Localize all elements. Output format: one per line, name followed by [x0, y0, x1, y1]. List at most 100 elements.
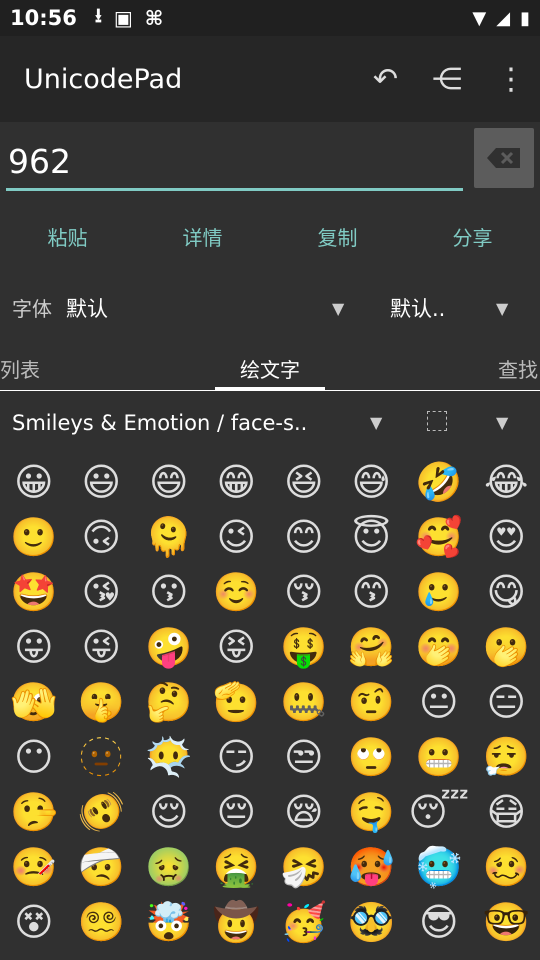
emoji-cell[interactable]: 🥲 [405, 564, 473, 619]
emoji-cell[interactable]: 🤤 [338, 784, 406, 839]
emoji-cell[interactable]: 😃 [68, 454, 136, 509]
emoji-cell[interactable]: 🙄 [338, 729, 406, 784]
download-icon: ⭳ [94, 3, 102, 27]
emoji-cell[interactable]: 😘 [68, 564, 136, 619]
emoji-cell[interactable]: 🤑 [270, 619, 338, 674]
emoji-cell[interactable]: 😗 [135, 564, 203, 619]
emoji-cell[interactable]: 🥳 [270, 894, 338, 949]
share-button[interactable]: 分享 [405, 210, 540, 266]
emoji-cell[interactable]: 😔 [203, 784, 271, 839]
emoji-cell[interactable]: 😆 [270, 454, 338, 509]
emoji-cell[interactable]: 😴 [405, 784, 473, 839]
tab-emoji[interactable]: 绘文字 [215, 350, 325, 390]
dropdown-arrow-icon[interactable]: ▼ [496, 282, 508, 336]
emoji-cell[interactable]: 😂 [473, 454, 540, 509]
font-variant-select[interactable]: 默认.. [390, 282, 445, 336]
emoji-cell[interactable]: 😇 [338, 509, 406, 564]
emoji-cell[interactable]: 😵‍💫 [68, 894, 136, 949]
input-row: 962 [0, 122, 540, 202]
app-title: UnicodePad [24, 63, 183, 95]
emoji-cell[interactable]: 🤓 [473, 894, 540, 949]
emoji-cell[interactable]: 🫣 [0, 674, 68, 729]
emoji-cell[interactable]: 😶‍🌫️ [135, 729, 203, 784]
emoji-cell[interactable]: 🤥 [0, 784, 68, 839]
emoji-cell[interactable]: 🤣 [405, 454, 473, 509]
emoji-cell[interactable]: 🫢 [473, 619, 540, 674]
emoji-cell[interactable]: 😉 [203, 509, 271, 564]
emoji-cell[interactable]: 🙃 [68, 509, 136, 564]
dropdown-arrow-icon[interactable]: ▼ [496, 398, 508, 448]
emoji-cell[interactable]: 😍 [473, 509, 540, 564]
emoji-cell[interactable]: 🤭 [405, 619, 473, 674]
emoji-cell[interactable]: ☺️ [203, 564, 271, 619]
emoji-cell[interactable]: 🤢 [135, 839, 203, 894]
app-notification-icon: ⌘ [144, 6, 164, 30]
emoji-cell[interactable]: 🤫 [68, 674, 136, 729]
emoji-cell[interactable]: 😝 [203, 619, 271, 674]
emoji-cell[interactable]: 🤔 [135, 674, 203, 729]
tab-search[interactable]: 查找 [498, 350, 538, 390]
text-input[interactable]: 962 [6, 140, 463, 191]
share-icon[interactable]: ⋲ [432, 62, 462, 97]
emoji-cell[interactable]: 😚 [270, 564, 338, 619]
emoji-cell[interactable]: 🤧 [270, 839, 338, 894]
paste-button[interactable]: 粘贴 [0, 210, 135, 266]
emoji-cell[interactable]: 🤐 [270, 674, 338, 729]
emoji-cell[interactable]: 🤗 [338, 619, 406, 674]
emoji-cell[interactable]: 😑 [473, 674, 540, 729]
skin-tone-icon[interactable] [427, 411, 447, 431]
emoji-cell[interactable]: 😊 [270, 509, 338, 564]
emoji-cell[interactable]: 😜 [68, 619, 136, 674]
emoji-cell[interactable]: 😄 [135, 454, 203, 509]
emoji-cell[interactable]: 😏 [203, 729, 271, 784]
emoji-cell[interactable]: 😌 [135, 784, 203, 839]
emoji-cell[interactable]: 🙂 [0, 509, 68, 564]
emoji-cell[interactable]: 🫥 [68, 729, 136, 784]
emoji-cell[interactable]: 😎 [405, 894, 473, 949]
emoji-cell[interactable]: 😵 [0, 894, 68, 949]
emoji-cell[interactable]: 😶 [0, 729, 68, 784]
emoji-cell[interactable]: 🤨 [338, 674, 406, 729]
emoji-cell[interactable]: 🤮 [203, 839, 271, 894]
emoji-cell[interactable]: 😀 [0, 454, 68, 509]
emoji-cell[interactable]: 🤯 [135, 894, 203, 949]
emoji-cell[interactable]: 😁 [203, 454, 271, 509]
backspace-button[interactable] [474, 128, 534, 188]
emoji-cell[interactable]: 😋 [473, 564, 540, 619]
emoji-cell[interactable]: 😐 [405, 674, 473, 729]
details-button[interactable]: 详情 [135, 210, 270, 266]
emoji-cell[interactable]: 😒 [270, 729, 338, 784]
status-bar: 10:56 ⭳ ▣ ⌘ ▼ ◢ ▮ [0, 0, 540, 36]
app-bar: UnicodePad ↶ ⋲ ⋮ [0, 36, 540, 122]
emoji-cell[interactable]: 🫨 [68, 784, 136, 839]
emoji-cell[interactable]: 🥸 [338, 894, 406, 949]
emoji-cell[interactable]: 🫠 [135, 509, 203, 564]
signal-icon: ◢ [496, 7, 511, 29]
emoji-cell[interactable]: 😮‍💨 [473, 729, 540, 784]
copy-button[interactable]: 复制 [270, 210, 405, 266]
emoji-cell[interactable]: 😛 [0, 619, 68, 674]
tab-list[interactable]: 列表 [0, 350, 40, 390]
emoji-cell[interactable]: 😅 [338, 454, 406, 509]
emoji-cell[interactable]: 🥰 [405, 509, 473, 564]
emoji-cell[interactable]: 😷 [473, 784, 540, 839]
emoji-cell[interactable]: 🤪 [135, 619, 203, 674]
category-select[interactable]: Smileys & Emotion / face-s.. [12, 398, 307, 448]
emoji-cell[interactable]: 🤒 [0, 839, 68, 894]
more-options-icon[interactable]: ⋮ [496, 62, 526, 97]
emoji-cell[interactable]: 🤕 [68, 839, 136, 894]
undo-icon[interactable]: ↶ [373, 62, 398, 97]
emoji-cell[interactable]: 🤠 [203, 894, 271, 949]
emoji-cell[interactable]: 🤩 [0, 564, 68, 619]
emoji-cell[interactable]: 🥵 [338, 839, 406, 894]
dropdown-arrow-icon[interactable]: ▼ [370, 398, 382, 448]
font-select[interactable]: 默认 [66, 282, 108, 336]
emoji-cell[interactable]: 😬 [405, 729, 473, 784]
emoji-cell[interactable]: 🫡 [203, 674, 271, 729]
emoji-cell[interactable]: 🥴 [473, 839, 540, 894]
wifi-icon: ▼ [472, 7, 487, 29]
emoji-cell[interactable]: 🥶 [405, 839, 473, 894]
emoji-cell[interactable]: 😪 [270, 784, 338, 839]
emoji-cell[interactable]: 😙 [338, 564, 406, 619]
dropdown-arrow-icon[interactable]: ▼ [332, 282, 344, 336]
